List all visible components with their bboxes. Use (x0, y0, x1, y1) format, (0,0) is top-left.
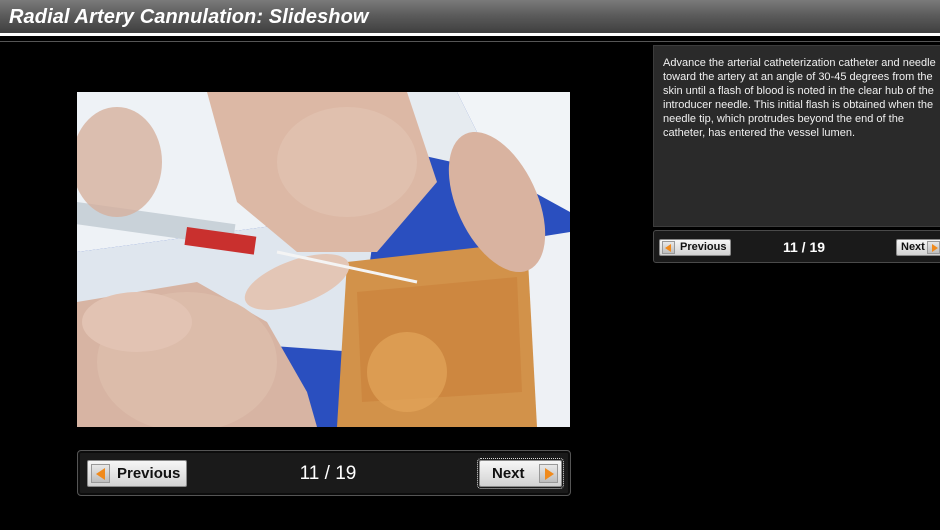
next-button[interactable]: Next (477, 458, 564, 489)
caption-panel: Advance the arterial catheterization cat… (653, 45, 940, 227)
next-label: Next (492, 465, 525, 482)
arrow-right-icon (539, 464, 558, 483)
arrow-left-icon (662, 241, 675, 254)
side-slide-nav: Previous 11 / 19 Next (653, 230, 940, 263)
page-title: Radial Artery Cannulation: Slideshow (9, 6, 369, 28)
slide-counter: 11 / 19 (299, 463, 357, 484)
arrow-right-icon (927, 241, 940, 254)
main-slide-nav: Previous 11 / 19 Next (77, 450, 571, 496)
previous-button[interactable]: Previous (87, 460, 187, 487)
side-next-button[interactable]: Next (896, 239, 940, 256)
title-bar: Radial Artery Cannulation: Slideshow (0, 0, 940, 36)
previous-label: Previous (117, 465, 181, 482)
slide-caption: Advance the arterial catheterization cat… (663, 57, 936, 139)
divider (0, 41, 940, 42)
side-next-label: Next (901, 241, 925, 253)
side-previous-label: Previous (680, 241, 727, 253)
side-previous-button[interactable]: Previous (659, 239, 731, 256)
arrow-left-icon (91, 464, 110, 483)
side-slide-counter: 11 / 19 (782, 239, 826, 255)
slide-image (77, 92, 570, 427)
